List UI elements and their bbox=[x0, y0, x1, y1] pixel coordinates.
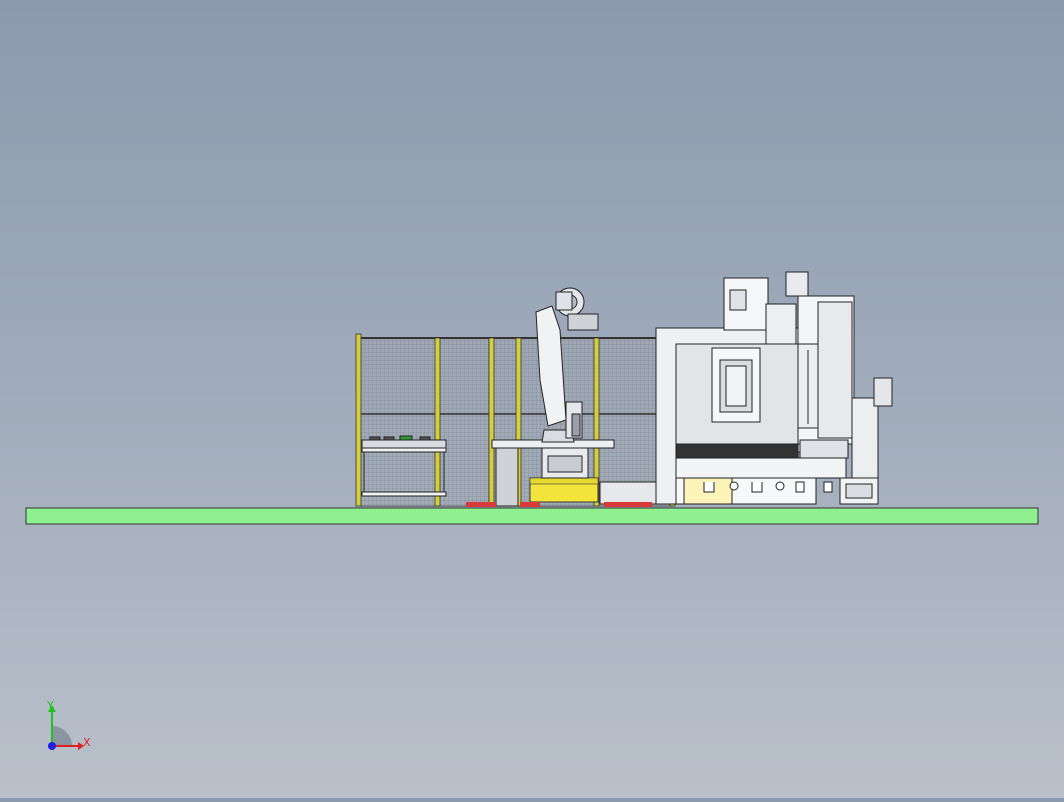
y-axis-label: Y bbox=[47, 699, 54, 712]
triad-quadrant bbox=[52, 726, 72, 746]
z-axis-origin bbox=[48, 742, 56, 750]
cad-graphics-viewport[interactable]: X Y bbox=[0, 0, 1064, 798]
machine-tool[interactable] bbox=[655, 271, 893, 505]
floor-plate[interactable] bbox=[25, 507, 1039, 525]
x-axis-label: X bbox=[83, 736, 91, 749]
cad-model-view bbox=[25, 271, 1039, 750]
